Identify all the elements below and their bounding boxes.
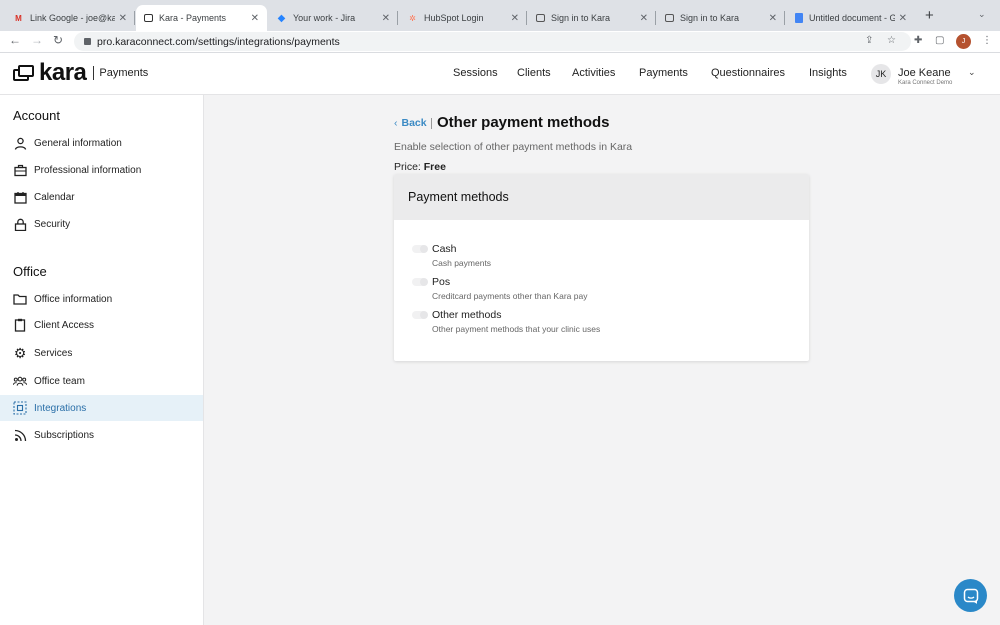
jira-icon: ◆ (277, 12, 286, 24)
app-header: kara Payments Sessions Clients Activitie… (0, 53, 1000, 95)
user-name[interactable]: Joe Keane (898, 67, 951, 79)
reload-icon[interactable]: ↻ (53, 33, 63, 47)
browser-tab[interactable]: Sign in to Kara ✕ (657, 5, 785, 31)
new-tab-icon[interactable]: + (925, 7, 934, 24)
sidebar-item-professional-information[interactable]: Professional information (0, 157, 203, 183)
url-text: pro.karaconnect.com/settings/integration… (97, 35, 340, 48)
team-icon (13, 374, 27, 388)
page-subtitle: Enable selection of other payment method… (394, 141, 633, 153)
profile-avatar[interactable]: J (956, 34, 971, 49)
close-tab-icon[interactable]: ✕ (251, 13, 259, 24)
close-tab-icon[interactable]: ✕ (511, 13, 519, 24)
user-avatar[interactable]: JK (871, 64, 891, 84)
address-bar[interactable]: pro.karaconnect.com/settings/integration… (74, 32, 911, 51)
cash-toggle[interactable] (412, 245, 428, 253)
user-org: Kara Connect Demo (898, 80, 953, 86)
browser-tab[interactable]: ◆ Your work - Jira ✕ (268, 5, 398, 31)
back-link[interactable]: ‹ Back (394, 117, 427, 129)
settings-sidebar: Account General information Professional… (0, 95, 204, 625)
forward-arrow-icon[interactable]: → (31, 33, 43, 47)
sidebar-item-subscriptions[interactable]: Subscriptions (0, 422, 203, 448)
close-tab-icon[interactable]: ✕ (119, 13, 127, 24)
sidebar-item-office-information[interactable]: Office information (0, 286, 203, 312)
nav-clients[interactable]: Clients (517, 67, 551, 79)
chevron-down-icon[interactable]: ⌄ (968, 67, 976, 78)
back-arrow-icon[interactable]: ← (9, 33, 21, 47)
page-title: Other payment methods (437, 114, 610, 131)
browser-tab-active[interactable]: Kara - Payments ✕ (136, 5, 267, 31)
share-icon[interactable]: ⇪ (865, 35, 873, 46)
kara-icon (536, 14, 545, 22)
close-tab-icon[interactable]: ✕ (769, 13, 777, 24)
tab-search-icon[interactable]: ⌄ (978, 9, 986, 20)
browser-tab[interactable]: M Link Google - joe@kar ✕ (5, 5, 135, 31)
rss-icon (13, 428, 27, 442)
account-section-title: Account (13, 108, 60, 123)
browser-tab[interactable]: Sign in to Kara ✕ (528, 5, 656, 31)
nav-insights[interactable]: Insights (809, 67, 847, 79)
browser-toolbar: ← → ↻ pro.karaconnect.com/settings/integ… (0, 31, 1000, 53)
browser-menu-icon[interactable]: ⋮ (982, 35, 992, 46)
user-icon (13, 136, 27, 150)
nav-payments[interactable]: Payments (639, 67, 688, 79)
app-section-label: Payments (99, 67, 149, 79)
hubspot-icon: ✲ (409, 13, 416, 23)
nav-sessions[interactable]: Sessions (453, 67, 498, 79)
folder-icon (13, 292, 27, 306)
browser-tab-bar: M Link Google - joe@kar ✕ Kara - Payment… (0, 0, 1000, 31)
close-tab-icon[interactable]: ✕ (640, 13, 648, 24)
sidebar-item-services[interactable]: ⚙ Services (0, 340, 203, 366)
sidebar-item-general-information[interactable]: General information (0, 130, 203, 156)
office-section-title: Office (13, 264, 47, 279)
sidebar-item-calendar[interactable]: Calendar (0, 184, 203, 210)
side-panel-icon[interactable]: ▢ (935, 35, 944, 46)
kara-logo-icon (13, 65, 35, 81)
close-tab-icon[interactable]: ✕ (899, 13, 907, 24)
calendar-icon (13, 190, 27, 204)
pos-toggle[interactable] (412, 278, 428, 286)
docs-icon (795, 13, 803, 23)
sidebar-item-integrations[interactable]: Integrations (0, 395, 203, 421)
payment-methods-card: Payment methods Cash Cash payments Pos C… (394, 174, 809, 361)
clipboard-icon (13, 318, 27, 332)
kara-icon (665, 14, 674, 22)
gmail-icon: M (15, 13, 22, 23)
chevron-left-icon: ‹ (394, 117, 398, 129)
sidebar-item-client-access[interactable]: Client Access (0, 312, 203, 338)
nav-questionnaires[interactable]: Questionnaires (711, 67, 785, 79)
other-methods-toggle[interactable] (412, 311, 428, 319)
bookmark-star-icon[interactable]: ☆ (887, 35, 896, 46)
briefcase-icon (13, 163, 27, 177)
close-tab-icon[interactable]: ✕ (382, 13, 390, 24)
browser-tab[interactable]: Untitled document - G ✕ (787, 5, 915, 31)
price-line: Price: Free (394, 161, 446, 173)
lock-icon (84, 38, 91, 45)
kara-logo[interactable]: kara Payments (13, 61, 148, 85)
sidebar-item-office-team[interactable]: Office team (0, 368, 203, 394)
kara-icon (144, 14, 153, 22)
sidebar-item-security[interactable]: Security (0, 211, 203, 237)
integrations-icon (13, 401, 27, 415)
extensions-icon[interactable]: ✚ (914, 35, 922, 46)
lock-icon (13, 217, 27, 231)
card-header: Payment methods (394, 174, 809, 220)
browser-tab[interactable]: ✲ HubSpot Login ✕ (399, 5, 527, 31)
nav-activities[interactable]: Activities (572, 67, 615, 79)
chat-launcher-button[interactable] (954, 579, 987, 612)
price-value: Free (423, 161, 446, 173)
gear-icon: ⚙ (13, 344, 27, 361)
chat-icon (963, 588, 978, 604)
